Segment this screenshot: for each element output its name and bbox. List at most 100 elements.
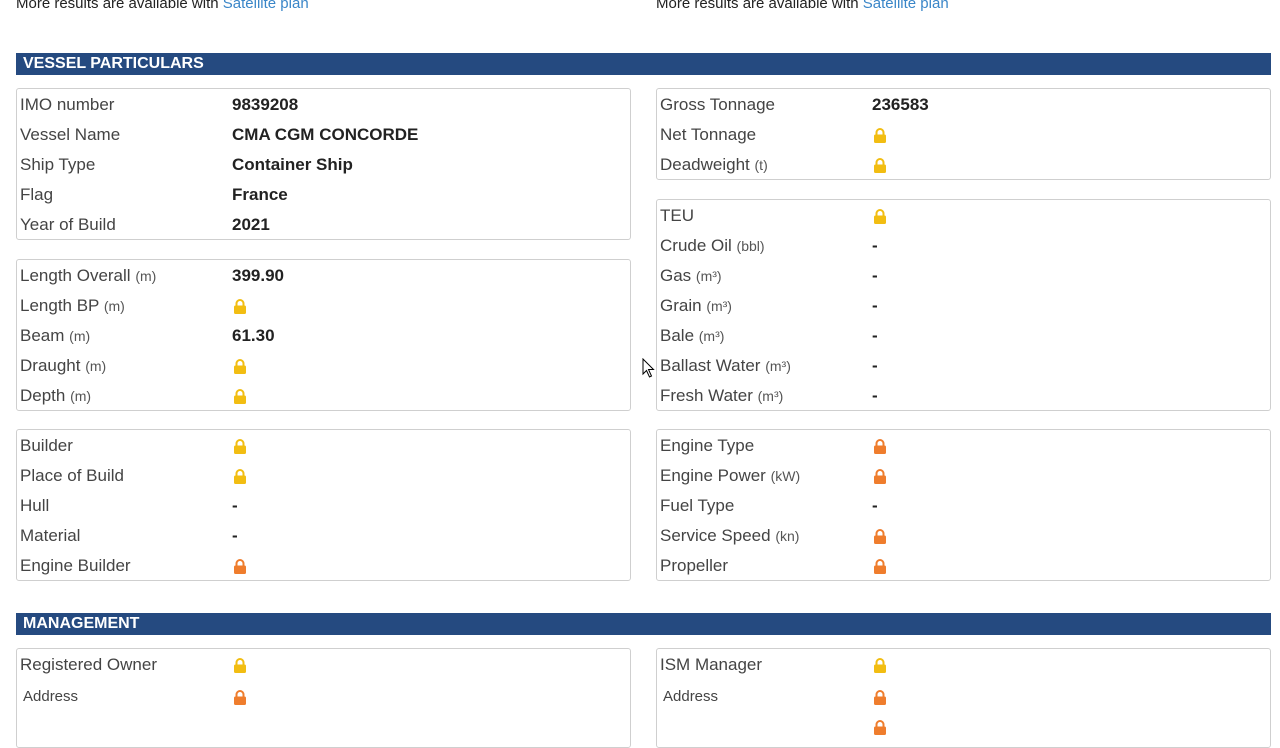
field-row-teu: TEU [657, 201, 1270, 231]
registered-owner-box: Registered Owner Address [16, 648, 631, 748]
field-label: Bale (m³) [660, 326, 725, 345]
field-label: Service Speed (kn) [660, 526, 800, 545]
orange-lock-icon[interactable] [873, 469, 887, 484]
field-unit: (m) [85, 358, 107, 374]
ism-manager-box: ISM Manager Address [656, 648, 1271, 748]
more-results-text: More results are available with [16, 0, 219, 12]
field-unit: (m³) [765, 358, 791, 374]
field-label: TEU [660, 206, 694, 225]
field-row-flag: Flag France [17, 180, 630, 210]
field-label: Length BP (m) [20, 296, 125, 315]
field-unit: (kn) [775, 528, 800, 544]
yellow-lock-icon[interactable] [873, 209, 887, 224]
field-value: - [232, 526, 238, 545]
field-row-net-tonnage: Net Tonnage [657, 120, 1270, 150]
orange-lock-icon[interactable] [873, 690, 887, 705]
field-row-builder: Builder [17, 431, 630, 461]
field-label: Registered Owner [20, 655, 158, 674]
field-unit: (m) [103, 298, 125, 314]
field-label: Crude Oil (bbl) [660, 236, 765, 255]
field-row-material: Material - [17, 521, 630, 551]
yellow-lock-icon[interactable] [873, 158, 887, 173]
yellow-lock-icon[interactable] [873, 658, 887, 673]
field-value: - [872, 326, 878, 345]
field-value: 9839208 [232, 95, 299, 114]
yellow-lock-icon[interactable] [873, 128, 887, 143]
field-label: Length Overall (m) [20, 266, 157, 285]
field-label: Hull [20, 496, 50, 515]
yellow-lock-icon[interactable] [233, 658, 247, 673]
field-value: France [232, 185, 288, 204]
field-label: Net Tonnage [660, 125, 757, 144]
field-row-depth: Depth (m) [17, 381, 630, 411]
field-row-ism-manager: ISM Manager [657, 650, 1270, 680]
field-row-address: Address [657, 682, 1270, 712]
yellow-lock-icon[interactable] [233, 299, 247, 314]
orange-lock-icon[interactable] [873, 559, 887, 574]
field-row-engine-power: Engine Power (kW) [657, 461, 1270, 491]
field-label: Gross Tonnage [660, 95, 775, 114]
field-label: Address [663, 688, 719, 705]
field-unit: (m) [135, 268, 157, 284]
field-row-draught: Draught (m) [17, 351, 630, 381]
field-row-service-speed: Service Speed (kn) [657, 521, 1270, 551]
satellite-plan-link[interactable]: Satellite plan [863, 0, 949, 12]
field-value: - [872, 386, 878, 405]
field-unit: (t) [754, 157, 768, 173]
field-row-place-of-build: Place of Build [17, 461, 630, 491]
field-row-ballast-water: Ballast Water (m³) - [657, 351, 1270, 381]
orange-lock-icon[interactable] [233, 559, 247, 574]
field-value: CMA CGM CONCORDE [232, 125, 419, 144]
field-row-registered-owner: Registered Owner [17, 650, 630, 680]
field-value: - [872, 296, 878, 315]
more-results-notice-right: More results are available with Satellit… [656, 0, 949, 12]
field-unit: (m) [69, 328, 91, 344]
field-label: Builder [20, 436, 73, 455]
orange-lock-icon[interactable] [873, 720, 887, 735]
field-label: Fuel Type [660, 496, 735, 515]
field-unit: (m) [70, 388, 92, 404]
field-value: 399.90 [232, 266, 284, 285]
field-row-grain: Grain (m³) - [657, 291, 1270, 321]
field-label: Ship Type [20, 155, 96, 174]
field-row-vessel-name: Vessel Name CMA CGM CONCORDE [17, 120, 630, 150]
field-label: IMO number [20, 95, 115, 114]
yellow-lock-icon[interactable] [233, 439, 247, 454]
field-value: - [232, 496, 238, 515]
yellow-lock-icon[interactable] [233, 389, 247, 404]
field-row-length-overall: Length Overall (m) 399.90 [17, 261, 630, 291]
identity-box: IMO number 9839208 Vessel Name CMA CGM CONC… [16, 88, 631, 240]
field-label: Ballast Water (m³) [660, 356, 791, 375]
field-label: Vessel Name [20, 125, 121, 144]
field-label: Draught (m) [20, 356, 107, 375]
field-label: Grain (m³) [660, 296, 732, 315]
field-row-hull: Hull - [17, 491, 630, 521]
field-row-bale: Bale (m³) - [657, 321, 1270, 351]
field-value: Container Ship [232, 155, 353, 174]
field-label: Engine Power (kW) [660, 466, 801, 485]
field-value: - [872, 266, 878, 285]
dimensions-box: Length Overall (m) 399.90 Length BP (m) Bea… [16, 259, 631, 411]
field-value: - [872, 496, 878, 515]
field-unit: (kW) [770, 468, 801, 484]
field-label: Beam (m) [20, 326, 91, 345]
yellow-lock-icon[interactable] [233, 359, 247, 374]
field-label: Propeller [660, 556, 729, 575]
field-row-length-bp: Length BP (m) [17, 291, 630, 321]
engine-box: Engine Type Engine Power (kW) Fuel Type - Se… [656, 429, 1271, 581]
build-box: Builder Place of Build Hull - Material - Engin… [16, 429, 631, 581]
field-label: Year of Build [20, 215, 116, 234]
field-label: Depth (m) [20, 386, 92, 405]
field-row-propeller: Propeller [657, 551, 1270, 581]
satellite-plan-link[interactable]: Satellite plan [223, 0, 309, 12]
more-results-notice-left: More results are available with Satellit… [16, 0, 309, 12]
orange-lock-icon[interactable] [873, 439, 887, 454]
orange-lock-icon[interactable] [233, 690, 247, 705]
field-row-gas: Gas (m³) - [657, 261, 1270, 291]
yellow-lock-icon[interactable] [233, 469, 247, 484]
field-row-engine-type: Engine Type [657, 431, 1270, 461]
field-row-year-of-build: Year of Build 2021 [17, 210, 630, 240]
field-row-gross-tonnage: Gross Tonnage 236583 [657, 90, 1270, 120]
field-label: Flag [20, 185, 54, 204]
orange-lock-icon[interactable] [873, 529, 887, 544]
